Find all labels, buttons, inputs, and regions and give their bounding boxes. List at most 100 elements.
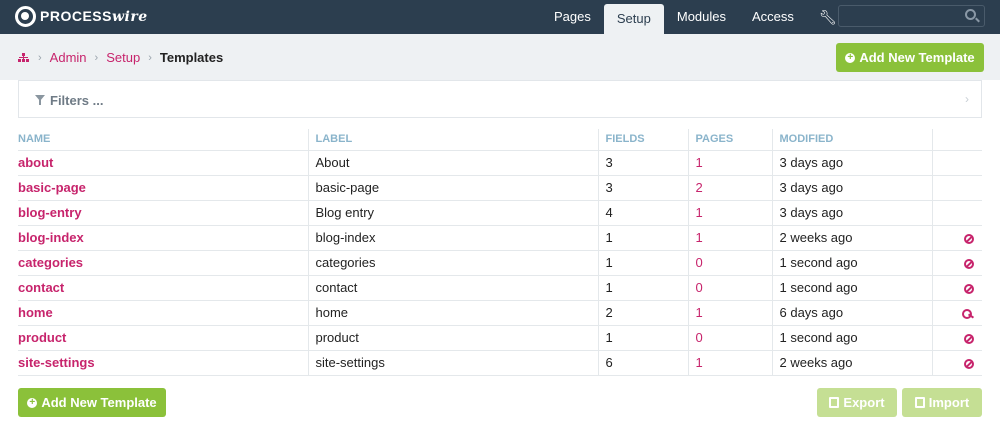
template-pages-link[interactable]: 0 xyxy=(687,250,772,276)
template-pages-link[interactable]: 1 xyxy=(687,150,772,176)
template-status-cell xyxy=(931,175,982,201)
breadcrumb-separator: › xyxy=(148,51,152,64)
templates-table: NAME LABEL FIELDS PAGES MODIFIED about A… xyxy=(18,129,982,376)
template-fields-count: 1 xyxy=(597,250,688,276)
breadcrumb: › Admin › Setup › Templates xyxy=(18,50,223,65)
column-header-modified[interactable]: MODIFIED xyxy=(771,129,932,151)
template-fields-count: 1 xyxy=(597,275,688,301)
template-fields-count: 1 xyxy=(597,325,688,351)
template-pages-link[interactable]: 1 xyxy=(687,350,772,376)
export-label: Export xyxy=(843,395,885,410)
ban-icon xyxy=(964,358,974,369)
breadcrumb-admin[interactable]: Admin xyxy=(50,50,87,65)
import-button[interactable]: Import xyxy=(902,388,982,417)
nav-item-setup[interactable]: Setup xyxy=(603,4,664,34)
template-pages-link[interactable]: 1 xyxy=(687,200,772,226)
template-label: About xyxy=(307,150,598,176)
template-label: site-settings xyxy=(307,350,598,376)
ban-icon xyxy=(964,258,974,269)
column-header-label[interactable]: LABEL xyxy=(307,129,598,151)
template-modified: 6 days ago xyxy=(771,300,932,326)
column-header-pages[interactable]: PAGES xyxy=(687,129,772,151)
template-modified: 2 weeks ago xyxy=(771,225,932,251)
export-icon xyxy=(829,397,840,408)
column-header-name[interactable]: NAME xyxy=(18,129,308,151)
table-row: categories categories 1 0 1 second ago xyxy=(18,250,982,276)
nav-item-pages[interactable]: Pages xyxy=(541,0,604,34)
template-pages-link[interactable]: 0 xyxy=(687,275,772,301)
template-pages-link[interactable]: 1 xyxy=(687,300,772,326)
top-bar: PROCESSwire Pages Setup Modules Access 🔧… xyxy=(0,0,1000,34)
filters-label: Filters ... xyxy=(50,93,104,108)
template-fields-count: 3 xyxy=(597,175,688,201)
template-pages-link[interactable]: 0 xyxy=(687,325,772,351)
template-name-link[interactable]: blog-index xyxy=(18,225,308,251)
table-row: about About 3 1 3 days ago xyxy=(18,150,982,176)
import-label: Import xyxy=(928,395,970,410)
breadcrumb-separator: › xyxy=(38,51,42,64)
template-modified: 3 days ago xyxy=(771,200,932,226)
add-new-template-label: Add New Template xyxy=(41,395,157,410)
template-modified: 3 days ago xyxy=(771,175,932,201)
processwire-logo[interactable]: PROCESSwire xyxy=(15,6,148,27)
breadcrumb-separator: › xyxy=(94,51,99,64)
key-icon xyxy=(962,308,974,319)
add-new-template-label: Add New Template xyxy=(859,50,975,65)
plus-circle-icon: + xyxy=(845,52,856,63)
filters-toggle[interactable]: Filters ... › xyxy=(18,80,982,118)
template-label: basic-page xyxy=(307,175,598,201)
template-status-cell xyxy=(931,275,982,301)
template-label: home xyxy=(307,300,598,326)
template-modified: 2 weeks ago xyxy=(771,350,932,376)
column-header-fields[interactable]: FIELDS xyxy=(597,129,688,151)
template-name-link[interactable]: site-settings xyxy=(18,350,308,376)
template-pages-link[interactable]: 2 xyxy=(687,175,772,201)
template-name-link[interactable]: basic-page xyxy=(18,175,308,201)
breadcrumb-setup[interactable]: Setup xyxy=(106,50,140,65)
filter-icon xyxy=(35,95,45,105)
template-name-link[interactable]: categories xyxy=(18,250,308,276)
template-modified: 1 second ago xyxy=(771,275,932,301)
add-new-template-button-top[interactable]: + Add New Template xyxy=(836,43,984,72)
main-nav: Pages Setup Modules Access 🔧︎ xyxy=(541,0,849,34)
template-name-link[interactable]: about xyxy=(18,150,308,176)
template-name-link[interactable]: blog-entry xyxy=(18,200,308,226)
table-row: product product 1 0 1 second ago xyxy=(18,325,982,351)
table-row: basic-page basic-page 3 2 3 days ago xyxy=(18,175,982,201)
template-fields-count: 2 xyxy=(597,300,688,326)
template-modified: 3 days ago xyxy=(771,150,932,176)
template-name-link[interactable]: contact xyxy=(18,275,308,301)
page-title: Templates xyxy=(159,50,224,65)
nav-item-access[interactable]: Access xyxy=(739,0,807,34)
table-header-row: NAME LABEL FIELDS PAGES MODIFIED xyxy=(18,129,982,151)
table-row: home home 2 1 6 days ago xyxy=(18,300,982,326)
column-header-actions xyxy=(931,129,982,151)
table-row: contact contact 1 0 1 second ago xyxy=(18,275,982,301)
template-status-cell xyxy=(931,300,982,326)
template-pages-link[interactable]: 1 xyxy=(687,225,772,251)
table-row: blog-index blog-index 1 1 2 weeks ago xyxy=(18,225,982,251)
template-status-cell xyxy=(931,350,982,376)
template-status-cell xyxy=(931,325,982,351)
template-name-link[interactable]: home xyxy=(18,300,308,326)
template-fields-count: 1 xyxy=(597,225,688,251)
template-fields-count: 3 xyxy=(597,150,688,176)
template-modified: 1 second ago xyxy=(771,325,932,351)
ban-icon xyxy=(964,233,974,244)
add-new-template-button-bottom[interactable]: + Add New Template xyxy=(18,388,166,417)
template-label: contact xyxy=(307,275,598,301)
template-label: Blog entry xyxy=(307,200,598,226)
template-modified: 1 second ago xyxy=(771,250,932,276)
table-row: site-settings site-settings 6 1 2 weeks … xyxy=(18,350,982,376)
search-input[interactable] xyxy=(838,5,985,27)
table-row: blog-entry Blog entry 4 1 3 days ago xyxy=(18,200,982,226)
search-icon[interactable] xyxy=(965,9,976,20)
sitemap-icon[interactable] xyxy=(18,52,30,63)
template-label: blog-index xyxy=(307,225,598,251)
brand-name-suffix: wire xyxy=(111,9,148,25)
template-name-link[interactable]: product xyxy=(18,325,308,351)
export-button[interactable]: Export xyxy=(817,388,897,417)
brand-name: PROCESSwire xyxy=(40,8,148,25)
nav-item-modules[interactable]: Modules xyxy=(664,0,739,34)
plus-circle-icon: + xyxy=(27,397,38,408)
